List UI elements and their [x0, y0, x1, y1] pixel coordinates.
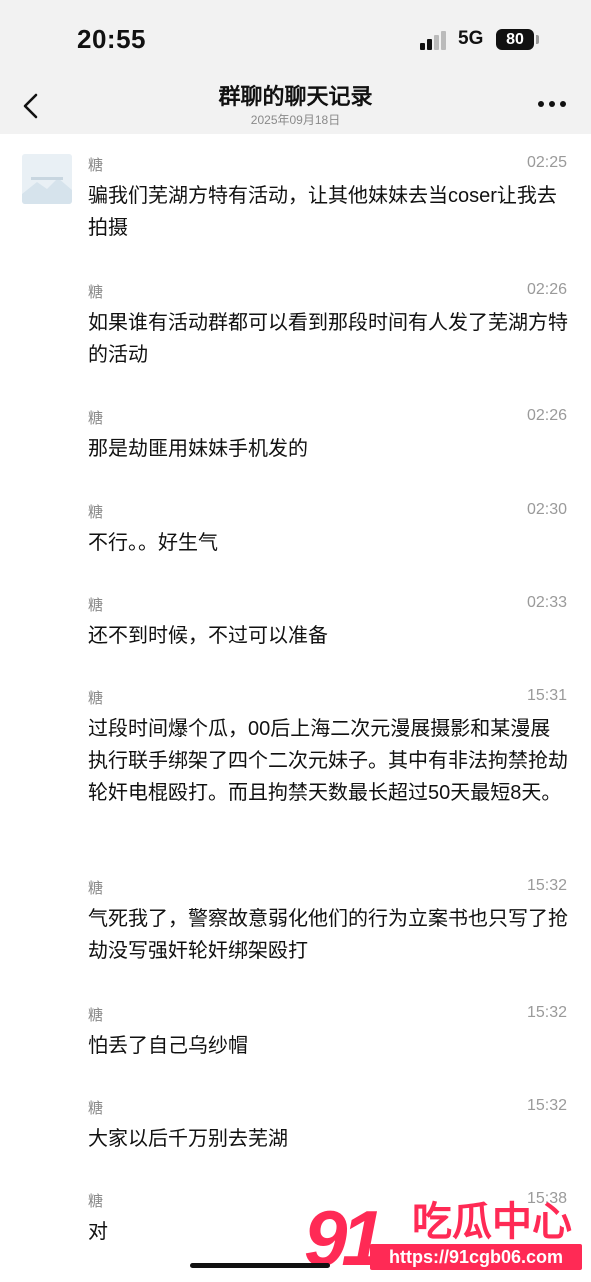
message-time: 02:25 [526, 154, 567, 171]
signal-icon [420, 30, 450, 50]
sender-name: 糖 [88, 157, 104, 174]
message-time: 15:31 [526, 687, 567, 704]
watermark-name: 吃瓜中心 [412, 1200, 572, 1244]
message-text: 怕丢了自己乌纱帽 [88, 1035, 248, 1057]
message-time: 02:30 [526, 501, 567, 518]
message-time: 02:26 [526, 281, 567, 298]
message-text: 还不到时候，不过可以准备 [88, 625, 328, 647]
home-indicator [190, 1263, 330, 1268]
sender-name: 糖 [88, 1007, 104, 1024]
sender-name: 糖 [88, 504, 104, 521]
watermark: 91 吃瓜中心 https://91cgb06.com [300, 1196, 591, 1280]
watermark-url: https://91cgb06.com [370, 1244, 582, 1270]
message-time: 15:32 [526, 877, 567, 894]
message-text: 如果谁有活动群都可以看到那段时间有人发了芜湖方特的活动 [88, 312, 568, 366]
message-text: 不行。。好生气 [88, 532, 218, 554]
header-title-block: 群聊的聊天记录 2025年09月18日 [0, 82, 591, 128]
sender-name: 糖 [88, 1193, 104, 1210]
message-text: 过段时间爆个瓜，00后上海二次元漫展摄影和某漫展执行联手绑架了四个二次元妹子。其… [88, 718, 568, 804]
clock: 20:55 [77, 24, 146, 54]
message-text: 那是劫匪用妹妹手机发的 [88, 438, 308, 460]
battery-tip [536, 35, 539, 44]
nav-bar: 群聊的聊天记录 2025年09月18日 [0, 80, 591, 134]
battery-icon: 80 [496, 29, 534, 50]
message-time: 15:32 [526, 1097, 567, 1114]
message-text: 气死我了，警察故意弱化他们的行为立案书也只写了抢劫没写强奸轮奸绑架殴打 [88, 908, 568, 962]
sender-name: 糖 [88, 597, 104, 614]
message-text: 大家以后千万别去芜湖 [88, 1128, 288, 1150]
sender-name: 糖 [88, 284, 104, 301]
message-item: 糖 02:25 骗我们芜湖方特有活动，让其他妹妹去当coser让我去拍摄 [0, 134, 591, 246]
sender-name: 糖 [88, 410, 104, 427]
status-bar: 20:55 5G 80 [0, 0, 591, 80]
message-time: 02:26 [526, 407, 567, 424]
sender-name: 糖 [88, 1100, 104, 1117]
avatar[interactable] [22, 154, 72, 204]
more-options-icon[interactable] [536, 98, 568, 110]
message-time: 02:33 [526, 594, 567, 611]
network-label: 5G [458, 28, 484, 49]
message-text: 骗我们芜湖方特有活动，让其他妹妹去当coser让我去拍摄 [88, 185, 557, 239]
page-title: 群聊的聊天记录 [218, 84, 373, 109]
sender-name: 糖 [88, 880, 104, 897]
message-time: 15:32 [526, 1004, 567, 1021]
sender-name: 糖 [88, 690, 104, 707]
page-date: 2025年09月18日 [250, 113, 341, 127]
avatar-placeholder-icon [22, 154, 72, 204]
